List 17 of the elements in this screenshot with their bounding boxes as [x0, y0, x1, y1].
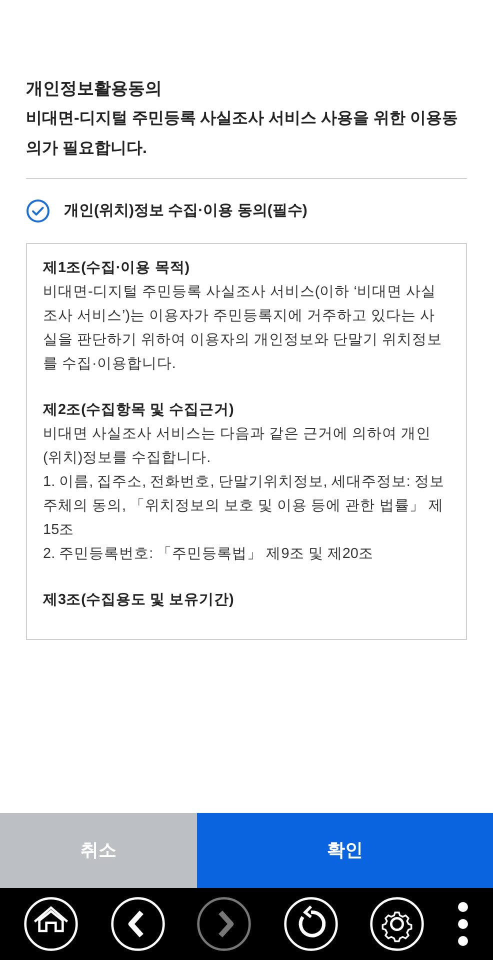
article-text: 2. 주민등록번호: 「주민등록법」 제9조 및 제20조 [43, 545, 374, 564]
more-icon[interactable] [456, 901, 470, 947]
article-text: 비대면 사실조사 서비스는 다음과 같은 근거에 의하여 개인(위치)정보를 수집합니다. [43, 425, 432, 468]
dialog-title: 개인정보활용동의 [26, 78, 163, 100]
settings-icon[interactable] [369, 896, 426, 952]
article-text: 비대면-디지털 주민등록 사실조사 서비스(이하 ‘비대면 사실조사 서비스’)는 이용자가 주민등록지에 거주하고 있다는 사실을 판단하기 위하여 이용자의 개인정보와 단말기 위치정보를 수집·이용합니다. [43, 283, 444, 374]
article-text: 1. 이름, 집주소, 전화번호, 단말기위치정보, 세대주정보: 정보주체의 동의, 「위치정보의 보호 및 이용 등에 관한 법률」 제15조 [43, 473, 446, 540]
article-heading: 제1조(수집·이용 목적) [43, 259, 191, 278]
confirm-button[interactable]: 확인 [197, 813, 493, 888]
back-icon[interactable] [110, 896, 166, 952]
article-heading: 제3조(수집용도 및 보유기간) [43, 591, 235, 610]
checkbox[interactable] [26, 199, 50, 223]
article-heading: 제2조(수집항목 및 수집근거) [43, 401, 235, 420]
refresh-icon[interactable] [282, 896, 339, 952]
consent-label[interactable]: 개인(위치)정보 수집·이용 동의(필수) [64, 200, 308, 222]
dialog-subtitle: 비대면-디지털 주민등록 사실조사 서비스 사용을 위한 이용동의가 필요합니다. [26, 109, 459, 159]
home-icon[interactable] [23, 896, 80, 952]
